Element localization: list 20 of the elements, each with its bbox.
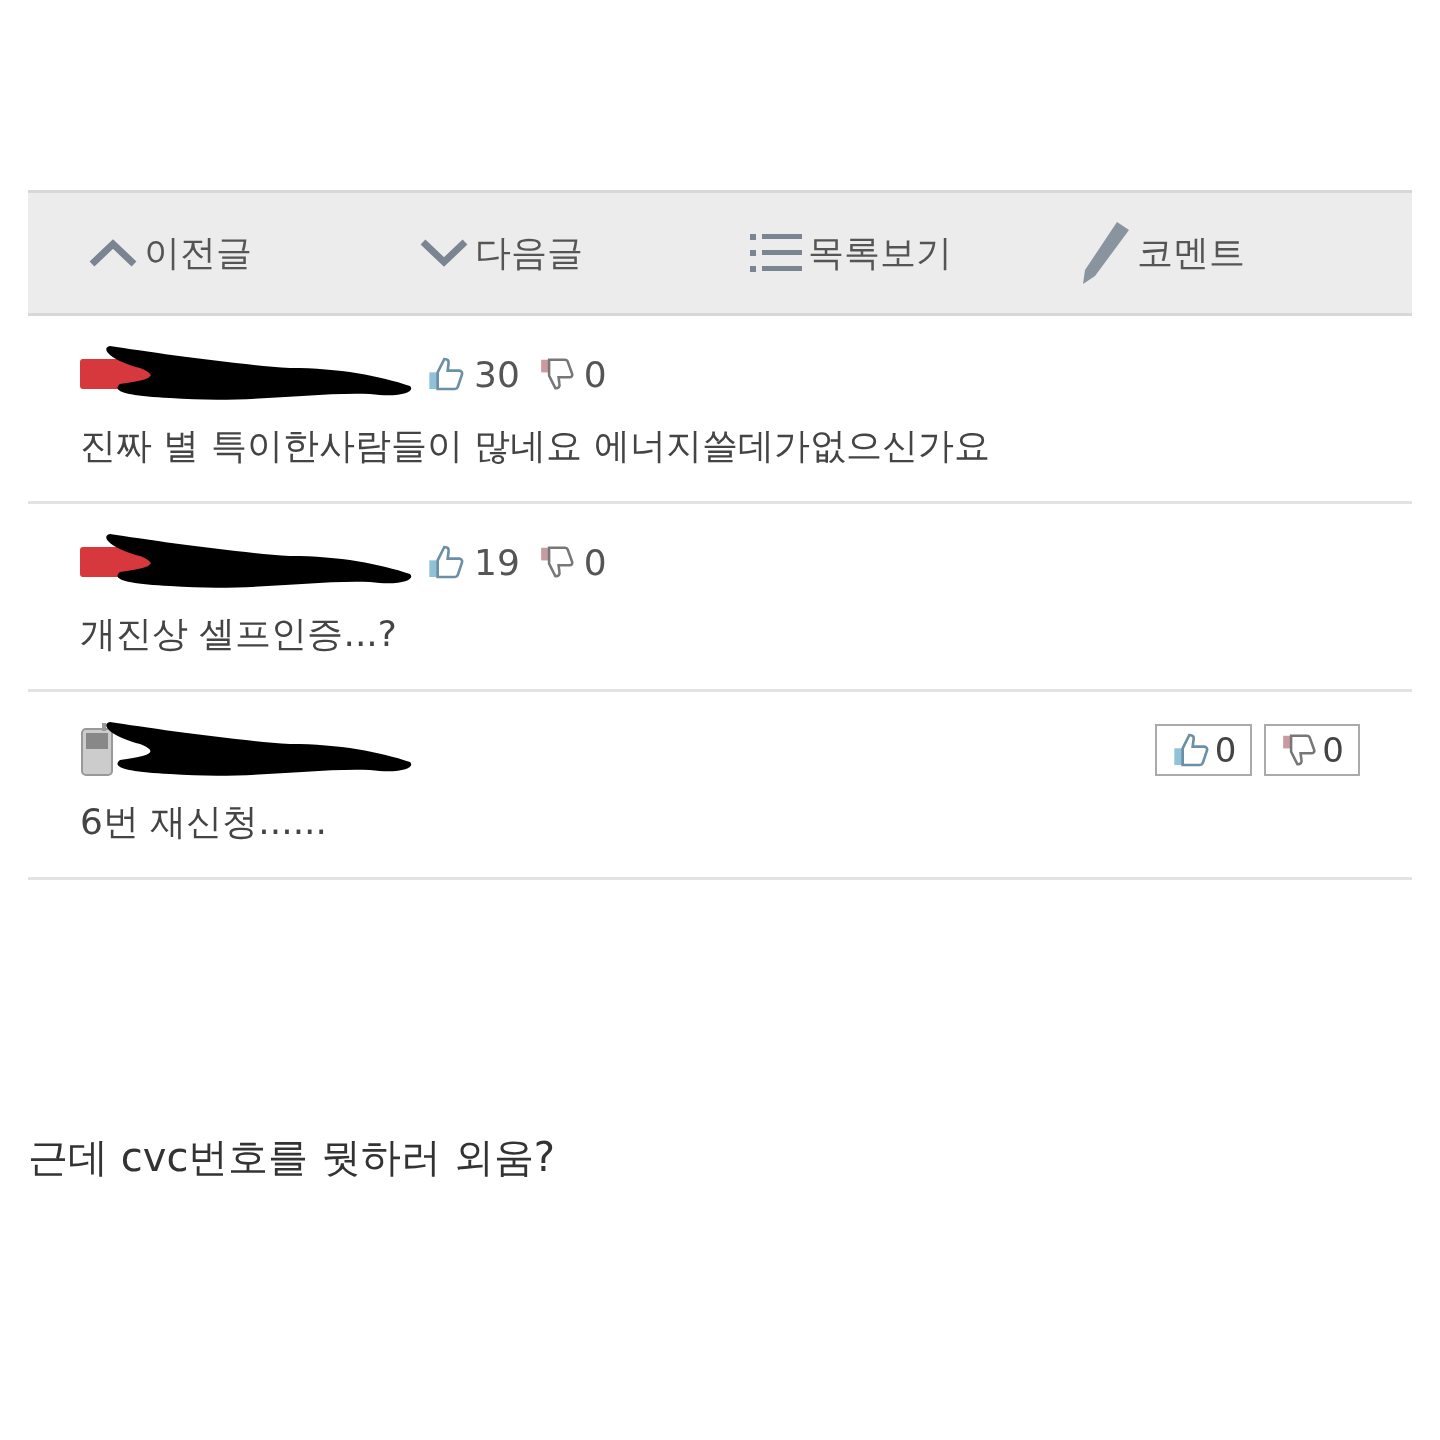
comment-text: 진짜 별 특이한사람들이 많네요 에너지쓸데가없으신가요 [80,424,991,468]
nav-button[interactable]: 코멘트 [1081,220,1245,286]
nav-button[interactable]: 이전글 [88,228,252,278]
dislike-button[interactable]: 0 [1264,724,1360,776]
phone-icon [80,723,116,777]
nav-button[interactable]: 다음글 [419,228,583,278]
dislike-count: 0 [583,353,607,395]
caption-text: 근데 cvc번호를 뭣하러 외움? [28,1133,557,1182]
like-button[interactable]: 0 [1154,724,1253,776]
comment-text: 개진상 셀프인증...? [80,612,398,656]
chevron-up-icon [88,238,138,268]
dislike-count: 0 [583,541,607,583]
comment-text: 6번 재신청...... [80,800,328,844]
like-count: 30 [474,353,520,395]
like-count: 19 [474,541,520,583]
thumbs-down-icon [1280,731,1319,769]
pencil-icon [1081,220,1131,286]
chevron-down-icon [419,238,469,268]
nav-button[interactable]: 목록보기 [750,228,952,278]
list-icon [750,231,802,275]
